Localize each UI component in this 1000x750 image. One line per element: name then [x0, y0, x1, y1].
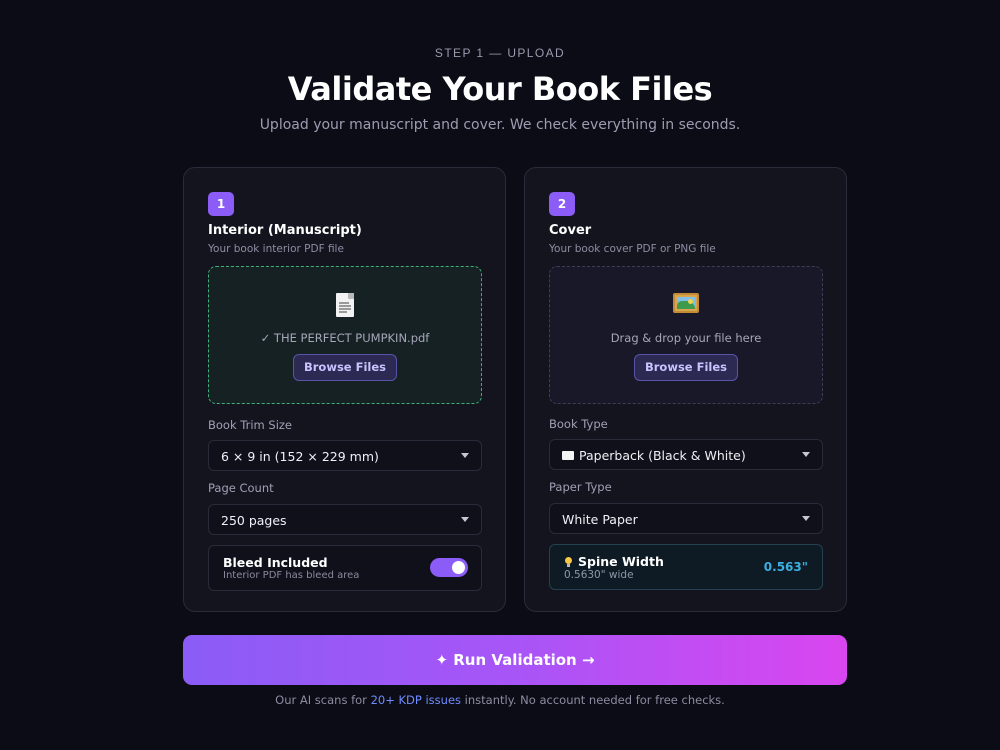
cover-browse-button[interactable]: Browse Files	[634, 354, 738, 381]
book-type-select[interactable]: Paperback (Black & White)	[549, 439, 823, 470]
dropzone-prompt: Drag & drop your file here	[610, 331, 762, 345]
bleed-setting: Bleed Included Interior PDF has bleed ar…	[208, 545, 482, 591]
chevron-down-icon	[461, 453, 469, 458]
page-count-label: Page Count	[208, 481, 274, 495]
cover-card: 2 Cover Your book cover PDF or PNG file …	[524, 167, 847, 612]
picture-icon	[673, 293, 699, 313]
kdp-issues-link[interactable]: 20+ KDP issues	[371, 693, 461, 707]
spine-width-title: Spine Width	[578, 554, 664, 569]
chevron-down-icon	[461, 517, 469, 522]
book-type-value: Paperback (Black & White)	[579, 448, 746, 463]
bleed-toggle[interactable]	[430, 558, 468, 577]
uploaded-file-name: ✓ THE PERFECT PUMPKIN.pdf	[260, 331, 430, 345]
footnote-suffix: instantly. No account needed for free ch…	[461, 693, 725, 707]
page-count-value: 250 pages	[221, 513, 287, 528]
page-subtitle: Upload your manuscript and cover. We che…	[259, 117, 741, 133]
bleed-subtitle: Interior PDF has bleed area	[223, 570, 360, 581]
run-validation-button[interactable]: ✦ Run Validation →	[183, 635, 847, 685]
document-icon	[336, 293, 354, 317]
interior-dropzone[interactable]: ✓ THE PERFECT PUMPKIN.pdf Browse Files	[208, 266, 482, 404]
paper-type-label: Paper Type	[549, 480, 612, 494]
trim-size-value: 6 × 9 in (152 × 229 mm)	[221, 449, 379, 464]
spine-width-value: 0.563"	[763, 560, 808, 574]
book-icon	[562, 451, 574, 460]
bleed-title: Bleed Included	[223, 555, 328, 570]
page-count-select[interactable]: 250 pages	[208, 504, 482, 535]
chevron-down-icon	[802, 452, 810, 457]
footnote-prefix: Our AI scans for	[275, 693, 371, 707]
book-type-label: Book Type	[549, 417, 608, 431]
paper-type-select[interactable]: White Paper	[549, 503, 823, 534]
paper-type-value: White Paper	[562, 512, 638, 527]
interior-card: 1 Interior (Manuscript) Your book interi…	[183, 167, 506, 612]
trim-size-label: Book Trim Size	[208, 418, 292, 432]
footnote: Our AI scans for 20+ KDP issues instantl…	[0, 693, 1000, 707]
cover-title: Cover	[549, 223, 592, 238]
page-title: Validate Your Book Files	[287, 70, 713, 108]
cover-description: Your book cover PDF or PNG file	[549, 243, 716, 255]
interior-description: Your book interior PDF file	[208, 243, 344, 255]
trim-size-select[interactable]: 6 × 9 in (152 × 229 mm)	[208, 440, 482, 471]
spine-width-subtitle: 0.5630" wide	[564, 569, 634, 581]
spine-width-panel: Spine Width 0.5630" wide 0.563"	[549, 544, 823, 590]
interior-browse-button[interactable]: Browse Files	[293, 354, 397, 381]
step-label: STEP 1 — UPLOAD	[434, 46, 566, 60]
toggle-knob	[452, 561, 465, 574]
chevron-down-icon	[802, 516, 810, 521]
interior-title: Interior (Manuscript)	[208, 223, 362, 238]
lightbulb-icon	[565, 557, 572, 567]
cover-dropzone[interactable]: Drag & drop your file here Browse Files	[549, 266, 823, 404]
step-badge-2: 2	[549, 192, 575, 216]
step-badge-1: 1	[208, 192, 234, 216]
